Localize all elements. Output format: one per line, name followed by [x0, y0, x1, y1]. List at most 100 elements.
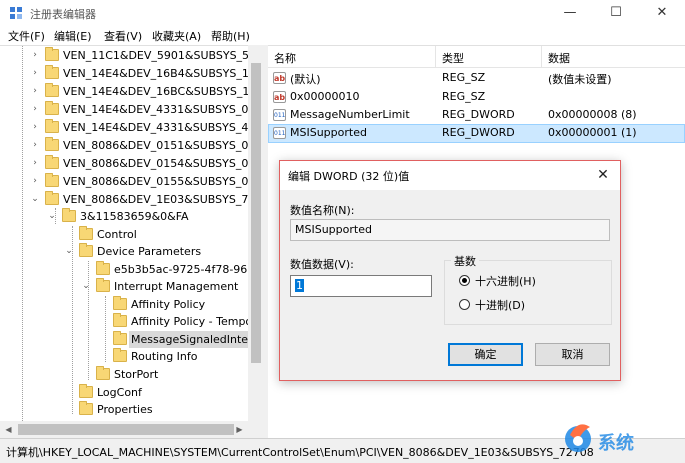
tree-item[interactable]: Properties [0, 401, 264, 418]
tree-item-label: VEN_14E4&DEV_16B4&SUBSYS_16B [63, 67, 264, 80]
tree-item[interactable]: ⌄ VEN_8086&DEV_1E03&SUBSYS_727 [0, 191, 264, 208]
collapse-arrow-icon[interactable]: ⌄ [30, 191, 40, 208]
value-row-selected[interactable]: 011 MSISupported REG_DWORD 0x00000001 (1… [268, 124, 685, 143]
ok-button[interactable]: 确定 [448, 343, 523, 366]
tree-item-label: Control [97, 228, 137, 241]
value-name: 0x00000010 [290, 90, 360, 103]
folder-icon [45, 83, 59, 97]
tree-item-label: Interrupt Management [114, 280, 239, 293]
scrollbar-thumb[interactable] [251, 63, 261, 363]
title-bar: 注册表编辑器 — ☐ ✕ [0, 0, 685, 27]
value-name-field[interactable]: MSISupported [290, 219, 610, 241]
tree-item-label: Device Parameters [97, 245, 202, 258]
dialog-body: 数值名称(N): MSISupported 数值数据(V): 1 基数 十六进制… [280, 190, 620, 380]
tree-item[interactable]: ⌄ Device Parameters [0, 243, 264, 260]
close-button[interactable]: ✕ [639, 0, 685, 27]
column-type-header[interactable]: 类型 [442, 50, 464, 66]
tree-item[interactable]: › VEN_8086&DEV_0154&SUBSYS_00F [0, 155, 264, 172]
hex-radio-label[interactable]: 十六进制(H) [475, 273, 536, 289]
registry-editor-icon [10, 7, 22, 19]
scroll-left-icon[interactable]: ◀ [0, 421, 17, 438]
folder-icon [45, 119, 59, 133]
tree-item-label: VEN_14E4&DEV_16BC&SUBSYS_16B [63, 85, 264, 98]
expand-arrow-icon[interactable]: › [30, 83, 40, 100]
dword-value-icon: 011 [273, 127, 286, 139]
expand-arrow-icon[interactable]: › [30, 155, 40, 172]
cancel-button[interactable]: 取消 [535, 343, 610, 366]
minimize-button[interactable]: — [547, 0, 593, 27]
value-data: 0x00000008 (8) [548, 108, 637, 121]
value-data: 0x00000001 (1) [548, 126, 637, 139]
value-row[interactable]: 011 MessageNumberLimit REG_DWORD 0x00000… [268, 106, 685, 125]
value-type: REG_DWORD [442, 108, 515, 121]
window-title: 注册表编辑器 [30, 8, 96, 21]
tree-item[interactable]: Control [0, 226, 264, 243]
collapse-arrow-icon[interactable]: ⌄ [47, 208, 57, 225]
tree-item[interactable]: › VEN_14E4&DEV_4331&SUBSYS_00F [0, 101, 264, 118]
site-watermark-logo: 系统 [565, 424, 634, 454]
value-row[interactable]: ab 0x00000010 REG_SZ [268, 88, 685, 107]
tree-item[interactable]: › VEN_8086&DEV_0155&SUBSYS_00F [0, 173, 264, 190]
hex-radio[interactable] [459, 275, 470, 286]
tree-item[interactable]: StorPort [0, 366, 264, 383]
tree-item[interactable]: Affinity Policy - Tempo [0, 313, 264, 330]
dialog-close-button[interactable]: ✕ [591, 164, 615, 186]
folder-icon [62, 208, 76, 222]
tree-item[interactable]: › VEN_8086&DEV_0151&SUBSYS_00F [0, 137, 264, 154]
value-data-field[interactable]: 1 [290, 275, 432, 297]
expand-arrow-icon[interactable]: › [30, 101, 40, 118]
tree-item-label: MessageSignaledInter [129, 331, 255, 348]
menu-favorites[interactable]: 收藏夹(A) [152, 28, 201, 44]
tree-item[interactable]: LogConf [0, 384, 264, 401]
tree-item-selected[interactable]: MessageSignaledInter [0, 331, 264, 348]
column-name-header[interactable]: 名称 [274, 50, 296, 66]
menu-file[interactable]: 文件(F) [8, 28, 45, 44]
tree-item[interactable]: ⌄ 3&11583659&0&FA [0, 208, 264, 225]
value-type: REG_SZ [442, 90, 486, 103]
tree-item[interactable]: › VEN_11C1&DEV_5901&SUBSYS_590 [0, 47, 264, 64]
tree-item[interactable]: ⌄ Interrupt Management [0, 278, 264, 295]
scroll-right-icon[interactable]: ▶ [231, 421, 248, 438]
collapse-arrow-icon[interactable]: ⌄ [81, 278, 91, 295]
tree-item[interactable]: › VEN_14E4&DEV_4331&SUBSYS_433 [0, 119, 264, 136]
tree-item-label: VEN_14E4&DEV_4331&SUBSYS_433 [63, 121, 263, 134]
value-data-label: 数值数据(V): [290, 258, 354, 271]
menu-view[interactable]: 查看(V) [104, 28, 142, 44]
collapse-arrow-icon[interactable]: ⌄ [64, 243, 74, 260]
folder-icon [45, 155, 59, 169]
tree-item-label: VEN_8086&DEV_0154&SUBSYS_00F [63, 157, 262, 170]
menu-edit[interactable]: 编辑(E) [54, 28, 92, 44]
expand-arrow-icon[interactable]: › [30, 65, 40, 82]
folder-icon [45, 137, 59, 151]
menu-bar: 文件(F) 编辑(E) 查看(V) 收藏夹(A) 帮助(H) [0, 27, 685, 45]
tree-item[interactable]: › VEN_14E4&DEV_16BC&SUBSYS_16B [0, 83, 264, 100]
scrollbar-thumb[interactable] [18, 424, 234, 435]
value-row[interactable]: ab (默认) REG_SZ (数值未设置) [268, 69, 685, 88]
dec-radio[interactable] [459, 299, 470, 310]
value-type: REG_DWORD [442, 126, 515, 139]
tree-item-label: Routing Info [131, 350, 198, 363]
tree-item[interactable]: Routing Info [0, 348, 264, 365]
expand-arrow-icon[interactable]: › [30, 119, 40, 136]
tree-item[interactable]: e5b3b5ac-9725-4f78-963f [0, 261, 264, 278]
folder-icon [45, 191, 59, 205]
tree-horizontal-scrollbar[interactable]: ◀ ▶ [0, 421, 264, 438]
tree-item-label: Properties [97, 403, 153, 416]
menu-help[interactable]: 帮助(H) [211, 28, 250, 44]
base-groupbox: 基数 十六进制(H) 十进制(D) [444, 253, 612, 325]
dword-value-icon: 011 [273, 109, 286, 121]
svg-text:系统: 系统 [598, 432, 634, 454]
dec-radio-label[interactable]: 十进制(D) [475, 297, 525, 313]
base-label: 基数 [451, 253, 479, 269]
folder-icon [79, 401, 93, 415]
column-data-header[interactable]: 数据 [548, 50, 570, 66]
maximize-button[interactable]: ☐ [593, 0, 639, 27]
registry-tree: › VEN_11C1&DEV_5901&SUBSYS_590 › VEN_14E… [0, 45, 264, 438]
expand-arrow-icon[interactable]: › [30, 173, 40, 190]
expand-arrow-icon[interactable]: › [30, 137, 40, 154]
tree-item[interactable]: › VEN_14E4&DEV_16B4&SUBSYS_16B [0, 65, 264, 82]
tree-item[interactable]: Affinity Policy [0, 296, 264, 313]
tree-vertical-scrollbar[interactable] [248, 45, 264, 421]
folder-icon [45, 65, 59, 79]
expand-arrow-icon[interactable]: › [30, 47, 40, 64]
